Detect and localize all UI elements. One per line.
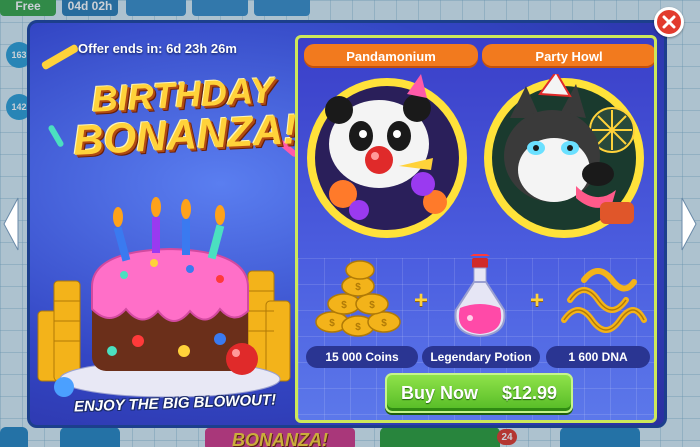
reward-label-dna: 1 600 DNA <box>546 346 650 368</box>
previous-offer-arrow[interactable] <box>2 196 20 252</box>
panda-skin-icon <box>307 74 467 238</box>
chevron-left-icon <box>3 197 19 251</box>
svg-text:$: $ <box>329 318 335 329</box>
dna-pile-icon <box>561 268 647 333</box>
skin-name-pandamonium: Pandamonium <box>304 44 478 68</box>
svg-text:$: $ <box>355 282 361 293</box>
buy-now-price: $12.99 <box>501 382 557 403</box>
plus-icon: + <box>413 287 428 314</box>
close-icon <box>662 15 676 29</box>
bundle-panel: Pandamonium Party Howl $ $ $ $ $ $ + + 1… <box>295 35 657 423</box>
offer-modal: Offer ends in: 6d 23h 26m BIRTHDAY BONAN… <box>27 20 667 428</box>
svg-text:$: $ <box>381 318 387 329</box>
offer-title: BIRTHDAY BONANZA! <box>62 69 306 164</box>
confetti-streak <box>40 43 80 71</box>
svg-text:$: $ <box>341 300 347 311</box>
offer-countdown: Offer ends in: 6d 23h 26m <box>78 41 237 56</box>
birthday-cake-illustration <box>37 197 291 398</box>
close-button[interactable] <box>654 7 684 37</box>
buy-now-label: Buy Now <box>401 382 479 403</box>
chevron-right-icon <box>681 197 697 251</box>
skin-name-party-howl: Party Howl <box>482 44 654 68</box>
svg-text:$: $ <box>369 300 375 311</box>
next-offer-arrow[interactable] <box>680 196 698 252</box>
reward-label-coins: 15 000 Coins <box>306 346 418 368</box>
buy-now-button[interactable]: Buy Now $12.99 <box>385 373 573 413</box>
confetti-streak <box>47 124 65 148</box>
title-line-2: BONANZA! <box>71 105 299 164</box>
plus-icon: + <box>529 287 544 314</box>
potion-icon <box>454 254 506 338</box>
coins-pile-icon: $ $ $ $ $ $ <box>315 260 401 337</box>
husky-skin-icon <box>484 74 644 238</box>
svg-text:$: $ <box>355 322 361 333</box>
reward-label-potion: Legendary Potion <box>422 346 540 368</box>
